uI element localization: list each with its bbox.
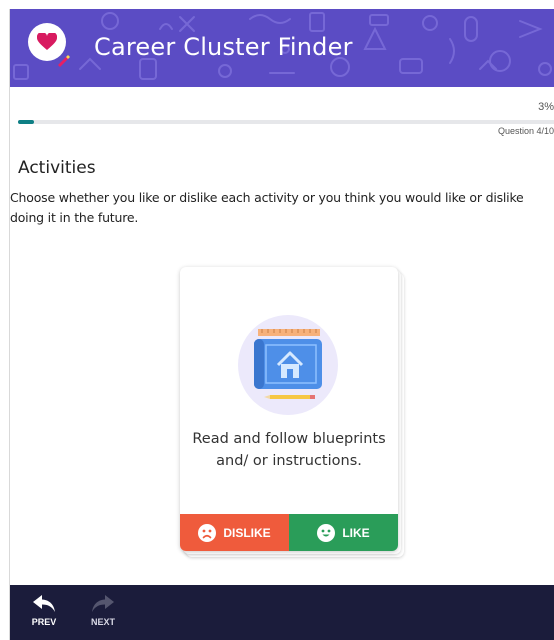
app-logo xyxy=(28,23,70,67)
app-title: Career Cluster Finder xyxy=(94,33,353,61)
app-frame: Career Cluster Finder 3% Question 4/10 A… xyxy=(9,9,554,640)
like-label: LIKE xyxy=(342,525,370,540)
prev-button[interactable]: PREV xyxy=(24,595,64,635)
like-button[interactable]: LIKE xyxy=(289,514,398,551)
dislike-button[interactable]: DISLIKE xyxy=(180,514,289,551)
section-title: Activities xyxy=(18,158,96,178)
heart-icon xyxy=(37,33,57,50)
footer-nav: PREV NEXT xyxy=(10,585,554,640)
sad-face-icon xyxy=(198,523,217,542)
activity-card: Read and follow blueprints and/ or instr… xyxy=(180,267,398,551)
forward-arrow-icon xyxy=(92,595,114,612)
section-description: Choose whether you like or dislike each … xyxy=(10,190,524,225)
pencil-icon xyxy=(58,55,70,67)
dislike-label: DISLIKE xyxy=(223,525,271,540)
progress-bar-fill xyxy=(18,120,35,124)
blueprint-house-icon xyxy=(238,315,338,415)
reply-arrow-icon xyxy=(33,595,55,612)
question-counter: Question 4/10 xyxy=(497,126,554,136)
next-label: NEXT xyxy=(90,617,115,627)
next-button[interactable]: NEXT xyxy=(83,595,123,635)
activity-text: Read and follow blueprints and/ or instr… xyxy=(192,431,386,469)
app-header: Career Cluster Finder xyxy=(10,9,554,87)
prev-label: PREV xyxy=(31,617,57,627)
activity-card-stack: Read and follow blueprints and/ or instr… xyxy=(180,267,404,557)
happy-face-icon xyxy=(317,523,336,542)
progress-percent: 3% xyxy=(538,101,554,113)
progress-bar xyxy=(18,120,554,124)
